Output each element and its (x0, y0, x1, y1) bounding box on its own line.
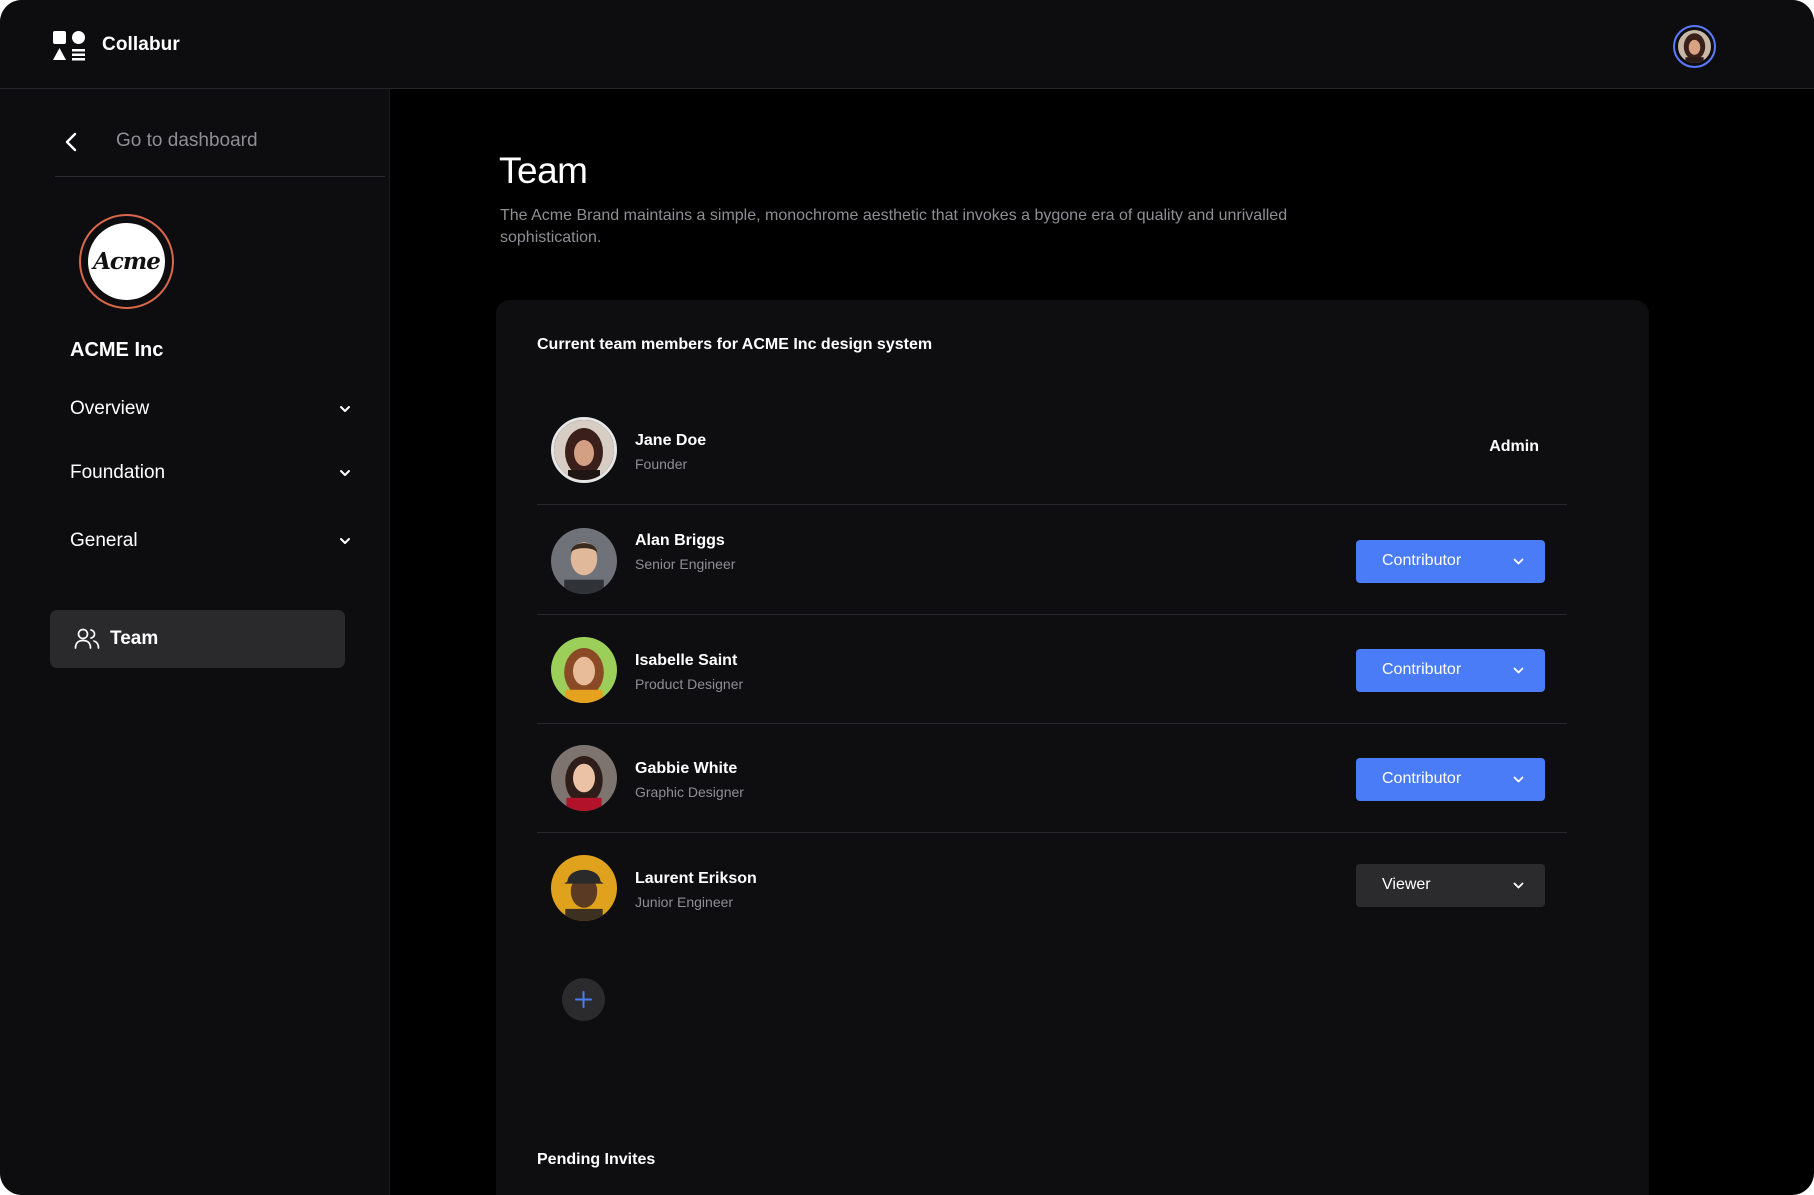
chevron-down-icon (340, 406, 350, 412)
role-dropdown[interactable]: Viewer (1356, 864, 1545, 907)
chevron-down-icon (1513, 882, 1524, 889)
role-dropdown[interactable]: Contributor (1356, 758, 1545, 801)
sidebar-item-label: Overview (70, 398, 150, 419)
chevron-down-icon (340, 538, 350, 544)
member-name: Gabbie White (635, 760, 738, 777)
go-to-dashboard-link[interactable]: Go to dashboard (55, 119, 385, 177)
chevron-down-icon (1513, 667, 1524, 674)
go-to-dashboard-label: Go to dashboard (116, 130, 258, 151)
app-logo-icon (53, 31, 85, 61)
add-member-button[interactable] (562, 978, 605, 1021)
user-avatar-image (1678, 30, 1711, 63)
chevron-down-icon (1513, 776, 1524, 783)
avatar (551, 528, 617, 594)
sidebar-item-overview[interactable]: Overview (70, 394, 352, 424)
top-bar: Collabur (0, 0, 1814, 89)
sidebar-item-label: Team (110, 628, 159, 649)
role-dropdown[interactable]: Contributor (1356, 540, 1545, 583)
sidebar-item-foundation[interactable]: Foundation (70, 458, 352, 488)
sidebar-item-label: Foundation (70, 462, 166, 483)
avatar (551, 745, 617, 811)
list-item: Alan Briggs Senior Engineer Contributor (537, 506, 1567, 615)
team-members-card: Current team members for ACME Inc design… (496, 300, 1649, 1195)
member-role: Junior Engineer (635, 894, 734, 910)
list-item: Jane Doe Founder Admin (537, 396, 1567, 505)
permission-label: Admin (1489, 438, 1539, 455)
avatar (551, 637, 617, 703)
user-avatar[interactable] (1673, 25, 1716, 68)
avatar (551, 417, 617, 483)
sidebar-item-general[interactable]: General (70, 526, 352, 556)
role-dropdown-value: Contributor (1382, 770, 1462, 787)
member-name: Alan Briggs (635, 532, 725, 549)
members-heading: Current team members for ACME Inc design… (537, 336, 933, 353)
list-item: Laurent Erikson Junior Engineer Viewer (537, 833, 1567, 942)
page-description: The Acme Brand maintains a simple, monoc… (500, 207, 1288, 246)
role-dropdown[interactable]: Contributor (1356, 649, 1545, 692)
list-item: Isabelle Saint Product Designer Contribu… (537, 615, 1567, 724)
member-role: Senior Engineer (635, 556, 736, 572)
member-role: Product Designer (635, 676, 744, 692)
app-window: Collabur Go to dashboard Acme ACME Inc O… (0, 0, 1814, 1195)
role-dropdown-value: Contributor (1382, 661, 1462, 678)
app-name: Collabur (102, 34, 180, 55)
role-dropdown-value: Contributor (1382, 552, 1462, 569)
sidebar-item-label: General (70, 530, 138, 551)
sidebar: Go to dashboard Acme ACME Inc Overview F… (0, 89, 390, 1195)
org-name: ACME Inc (70, 339, 164, 361)
role-dropdown-value: Viewer (1382, 876, 1431, 893)
plus-icon (575, 991, 592, 1008)
member-name: Isabelle Saint (635, 652, 738, 669)
sidebar-item-team[interactable]: Team (50, 610, 345, 668)
chevron-down-icon (1513, 558, 1524, 565)
org-logo-wordmark: Acme (88, 223, 165, 300)
member-role: Founder (635, 456, 688, 472)
pending-invites-heading: Pending Invites (537, 1151, 656, 1168)
member-name: Laurent Erikson (635, 870, 757, 887)
member-role: Graphic Designer (635, 784, 744, 800)
chevron-down-icon (340, 470, 350, 476)
page-title: Team (499, 150, 588, 191)
avatar (551, 855, 617, 921)
users-icon (74, 628, 100, 649)
list-item: Gabbie White Graphic Designer Contributo… (537, 724, 1567, 833)
chevron-left-icon (65, 132, 77, 152)
org-logo: Acme (79, 214, 174, 309)
member-name: Jane Doe (635, 432, 707, 449)
